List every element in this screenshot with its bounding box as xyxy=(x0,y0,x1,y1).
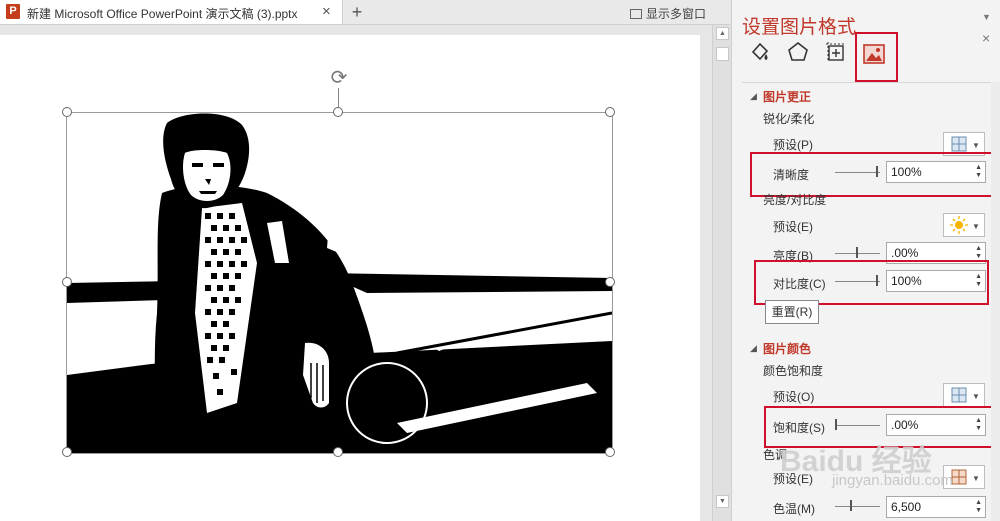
pane-scrollbar[interactable] xyxy=(991,82,1000,521)
pane-divider xyxy=(742,82,992,83)
powerpoint-icon: P xyxy=(6,4,20,19)
temperature-spinbox[interactable]: 6,500 ▲ ▼ xyxy=(886,496,986,518)
tab-close-icon[interactable]: × xyxy=(322,3,331,20)
contrast-value[interactable]: 100% xyxy=(891,274,922,288)
brightness-up-icon[interactable]: ▲ xyxy=(975,245,982,252)
contrast-slider-thumb[interactable] xyxy=(876,275,878,286)
sharpness-up-icon[interactable]: ▲ xyxy=(975,164,982,171)
resize-handle-top-left[interactable] xyxy=(62,107,72,117)
collapse-picture-corrections-icon[interactable]: ◢ xyxy=(750,91,757,102)
resize-handle-bottom-right[interactable] xyxy=(605,447,615,457)
picture-tab-highlight xyxy=(855,32,898,82)
saturation-preset-dropdown[interactable]: ▼ xyxy=(943,383,985,407)
sharpness-slider-thumb[interactable] xyxy=(876,166,878,177)
pane-options-icon[interactable]: ▼ xyxy=(982,12,991,22)
saturation-slider-thumb[interactable] xyxy=(835,419,837,430)
scroll-down-icon[interactable]: ▼ xyxy=(716,495,729,508)
color-saturation-label: 颜色饱和度 xyxy=(763,364,824,378)
brightness-down-icon[interactable]: ▼ xyxy=(975,253,982,260)
resize-handle-top-right[interactable] xyxy=(605,107,615,117)
temperature-value[interactable]: 6,500 xyxy=(891,500,921,514)
contrast-spinbox[interactable]: 100% ▲ ▼ xyxy=(886,270,986,292)
new-tab-button[interactable]: + xyxy=(346,1,368,23)
scroll-thumb[interactable] xyxy=(716,47,729,61)
baidu-watermark-url: jingyan.baidu.com xyxy=(832,472,953,489)
temperature-up-icon[interactable]: ▲ xyxy=(975,499,982,506)
size-properties-icon[interactable] xyxy=(824,40,848,64)
picture-color-header[interactable]: 图片颜色 xyxy=(763,340,811,357)
show-multi-window-button[interactable]: 显示多窗口 xyxy=(630,5,706,22)
selected-picture[interactable] xyxy=(66,112,613,454)
multi-window-icon xyxy=(630,9,642,19)
brightness-preset-label: 预设(E) xyxy=(773,220,813,234)
saturation-spinbox[interactable]: .00% ▲ ▼ xyxy=(886,414,986,436)
contrast-slider[interactable] xyxy=(835,281,880,282)
saturation-slider[interactable] xyxy=(835,425,880,426)
sharpen-soften-label: 锐化/柔化 xyxy=(763,112,815,126)
contrast-label: 对比度(C) xyxy=(773,277,826,291)
temperature-slider-thumb[interactable] xyxy=(850,500,852,511)
saturation-preset-icon: ▼ xyxy=(951,387,980,403)
picture-corrections-header[interactable]: 图片更正 xyxy=(763,88,811,105)
brightness-contrast-label: 亮度/对比度 xyxy=(763,193,827,207)
brightness-preset-dropdown[interactable]: ▼ xyxy=(943,213,985,237)
pane-close-icon[interactable]: × xyxy=(982,30,990,46)
show-multi-window-label: 显示多窗口 xyxy=(646,7,707,21)
pane-title: 设置图片格式 xyxy=(742,17,857,38)
saturation-preset-label: 预设(O) xyxy=(773,390,815,404)
resize-handle-middle-right[interactable] xyxy=(605,277,615,287)
resize-handle-bottom-center[interactable] xyxy=(333,447,343,457)
svg-text:▼: ▼ xyxy=(972,474,980,483)
document-tab-title: 新建 Microsoft Office PowerPoint 演示文稿 (3).… xyxy=(27,7,298,21)
saturation-label: 饱和度(S) xyxy=(773,421,825,435)
reset-button[interactable]: 重置(R) xyxy=(765,300,819,324)
brightness-slider-thumb[interactable] xyxy=(856,247,858,258)
fill-line-icon[interactable] xyxy=(748,40,772,64)
temperature-slider[interactable] xyxy=(835,506,880,507)
brightness-value[interactable]: .00% xyxy=(891,246,918,260)
sharpen-preset-label: 预设(P) xyxy=(773,138,813,152)
sharpness-slider[interactable] xyxy=(835,172,880,173)
collapse-picture-color-icon[interactable]: ◢ xyxy=(750,343,757,354)
temperature-label: 色温(M) xyxy=(773,502,815,516)
sun-icon: ▼ xyxy=(950,216,980,234)
resize-handle-top-center[interactable] xyxy=(333,107,343,117)
resize-handle-bottom-left[interactable] xyxy=(62,447,72,457)
scroll-up-icon[interactable]: ▲ xyxy=(716,27,729,40)
rotate-handle-stem xyxy=(338,88,339,108)
temperature-down-icon[interactable]: ▼ xyxy=(975,507,982,514)
sharpness-down-icon[interactable]: ▼ xyxy=(975,172,982,179)
high-contrast-portrait-image xyxy=(67,113,612,453)
saturation-down-icon[interactable]: ▼ xyxy=(975,425,982,432)
sharpness-value[interactable]: 100% xyxy=(891,165,922,179)
slide-vertical-scrollbar[interactable]: ▲ ▼ xyxy=(712,25,731,521)
saturation-value[interactable]: .00% xyxy=(891,418,918,432)
svg-text:▼: ▼ xyxy=(972,141,980,150)
sharpness-label: 清晰度 xyxy=(773,168,810,182)
sharpness-spinbox[interactable]: 100% ▲ ▼ xyxy=(886,161,986,183)
effects-icon[interactable] xyxy=(786,40,810,64)
contrast-up-icon[interactable]: ▲ xyxy=(975,273,982,280)
rotate-handle-icon[interactable]: ⟳ xyxy=(329,68,349,88)
resize-handle-middle-left[interactable] xyxy=(62,277,72,287)
svg-text:▼: ▼ xyxy=(972,392,980,401)
svg-text:▼: ▼ xyxy=(972,222,980,231)
saturation-up-icon[interactable]: ▲ xyxy=(975,417,982,424)
contrast-down-icon[interactable]: ▼ xyxy=(975,281,982,288)
